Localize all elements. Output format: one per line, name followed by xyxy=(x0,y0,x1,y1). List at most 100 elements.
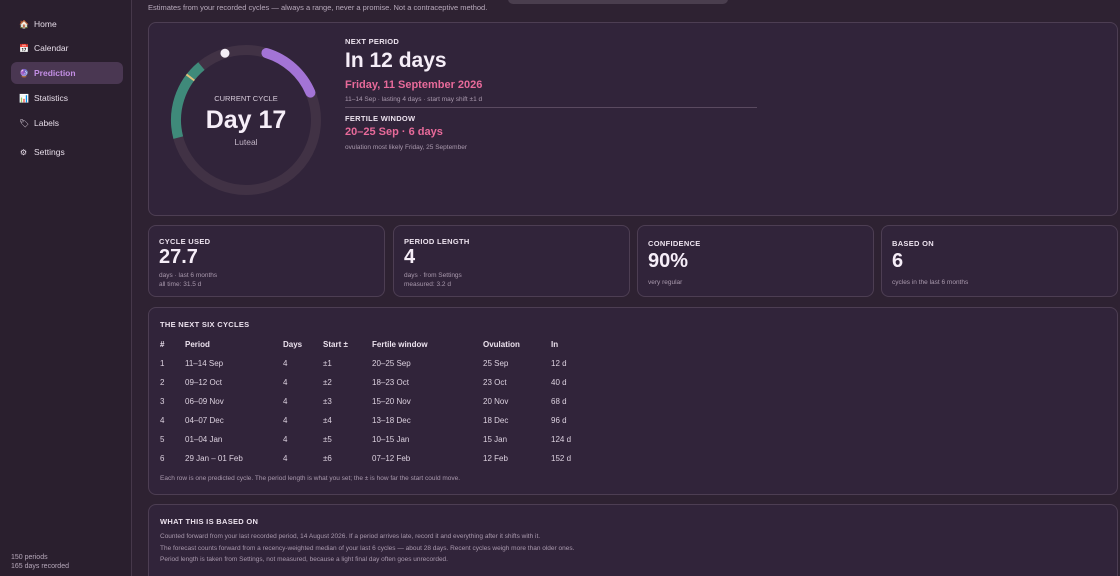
table-cell: 40 d xyxy=(551,378,567,387)
table-cell: ±3 xyxy=(323,397,332,406)
current-cycle-label: CURRENT CYCLE xyxy=(214,93,278,103)
stat-sub: cycles in the last 6 months xyxy=(892,279,969,286)
table-cell: 2 xyxy=(160,378,165,387)
stat-sub: days · from Settings xyxy=(404,272,462,279)
table-cell: 04–07 Dec xyxy=(185,416,224,425)
stat-label: CYCLE USED xyxy=(159,237,211,246)
top-scroll-bar xyxy=(508,0,728,4)
stat-value: 6 xyxy=(892,250,904,272)
sidebar-footer: 150 periods 165 days recorded xyxy=(11,553,69,571)
stat-label: CONFIDENCE xyxy=(648,239,701,248)
table-cell: ±1 xyxy=(323,359,332,368)
sidebar-item-label: Labels xyxy=(34,118,60,128)
table-cell: ±6 xyxy=(323,454,332,463)
table-cell: 96 d xyxy=(551,416,567,425)
table-cell: 01–04 Jan xyxy=(185,435,223,444)
table-cell: 12 Feb xyxy=(483,454,508,463)
column-header: Start ± xyxy=(323,340,348,349)
basis-line: The forecast counts forward from a recen… xyxy=(160,545,575,552)
table-cell: 11–14 Sep xyxy=(185,359,224,368)
table-cell: 07–12 Feb xyxy=(372,454,411,463)
next-period-label: NEXT PERIOD xyxy=(345,37,400,46)
fertile-window-value: 20–25 Sep · 6 days xyxy=(345,126,443,138)
column-header: In xyxy=(551,340,559,349)
stat-sub-2: all time: 31.5 d xyxy=(159,281,202,288)
column-header: Fertile window xyxy=(372,340,428,349)
tag-icon: 🏷 xyxy=(19,118,30,128)
stat-sub-2: measured: 3.2 d xyxy=(404,281,451,288)
table-cell: 152 d xyxy=(551,454,572,463)
table-cell: 20 Nov xyxy=(483,397,509,406)
days-recorded: 165 days recorded xyxy=(11,563,69,570)
next-cycles-table-card: THE NEXT SIX CYCLES # Period Days Start … xyxy=(148,307,1118,495)
cycle-day: Day 17 xyxy=(205,105,287,134)
period-count: 150 periods xyxy=(11,554,48,561)
sidebar-item-prediction[interactable]: 🔮 Prediction xyxy=(11,62,123,84)
stat-label: BASED ON xyxy=(892,239,934,248)
table-cell: ±5 xyxy=(323,435,332,444)
bar-chart-icon: 📊 xyxy=(19,93,29,103)
sidebar-item-calendar[interactable]: 📅 Calendar xyxy=(11,37,123,59)
stat-sub: days · last 6 months xyxy=(159,272,218,279)
table-cell: 68 d xyxy=(551,397,567,406)
sidebar-item-home[interactable]: 🏠 Home xyxy=(11,13,123,35)
table-title: THE NEXT SIX CYCLES xyxy=(160,320,250,329)
table-cell: 13–18 Dec xyxy=(372,416,411,425)
table-cell: 3 xyxy=(160,397,165,406)
table-cell: 18 Dec xyxy=(483,416,509,425)
stat-value: 90% xyxy=(648,250,689,272)
table-cell: 20–25 Sep xyxy=(372,359,411,368)
table-cell: 25 Sep xyxy=(483,359,509,368)
table-cell: ±2 xyxy=(323,378,332,387)
stat-card-period-length: PERIOD LENGTH 4 days · from Settings mea… xyxy=(393,225,630,297)
table-cell: 12 d xyxy=(551,359,567,368)
column-header: # xyxy=(160,340,165,349)
sidebar-item-label: Prediction xyxy=(34,68,76,78)
table-cell: 4 xyxy=(283,416,288,425)
cycle-ring: CURRENT CYCLE Day 17 Luteal xyxy=(167,41,325,199)
table-cell: 5 xyxy=(160,435,165,444)
stat-value: 4 xyxy=(404,246,416,268)
home-icon: 🏠 xyxy=(19,19,29,29)
cycle-phase: Luteal xyxy=(234,136,258,147)
table-cell: 4 xyxy=(283,397,288,406)
ring-center: CURRENT CYCLE Day 17 Luteal xyxy=(167,41,325,199)
sidebar-item-label: Home xyxy=(34,19,57,29)
divider xyxy=(345,107,757,108)
sidebar-item-label: Statistics xyxy=(34,93,69,103)
basis-line: Period length is taken from Settings, no… xyxy=(160,556,448,563)
sidebar-item-labels[interactable]: 🏷 Labels xyxy=(11,112,123,134)
stat-label: PERIOD LENGTH xyxy=(404,237,470,246)
fertile-window-label: FERTILE WINDOW xyxy=(345,114,416,123)
gear-icon: ⚙ xyxy=(19,147,28,157)
stat-value: 27.7 xyxy=(159,246,198,268)
table-cell: 18–23 Oct xyxy=(372,378,409,387)
sidebar-item-statistics[interactable]: 📊 Statistics xyxy=(11,87,123,109)
prediction-hero-card: CURRENT CYCLE Day 17 Luteal NEXT PERIOD … xyxy=(148,22,1118,216)
table-cell: 4 xyxy=(283,454,288,463)
stat-card-confidence: CONFIDENCE 90% very regular xyxy=(637,225,874,297)
stat-card-based-on: BASED ON 6 cycles in the last 6 months xyxy=(881,225,1118,297)
sidebar-item-label: Settings xyxy=(34,147,65,157)
table-cell: 09–12 Oct xyxy=(185,378,222,387)
table-cell: 4 xyxy=(283,435,288,444)
next-period-detail: 11–14 Sep · lasting 4 days · start may s… xyxy=(345,96,483,103)
table-cell: 4 xyxy=(283,359,288,368)
table-cell: 6 xyxy=(160,454,165,463)
table-cell: 124 d xyxy=(551,435,572,444)
column-header: Period xyxy=(185,340,210,349)
calendar-icon: 📅 xyxy=(19,43,29,53)
stat-card-cycle-used: CYCLE USED 27.7 days · last 6 months all… xyxy=(148,225,385,297)
table-cell: 29 Jan – 01 Feb xyxy=(185,454,243,463)
sidebar-item-settings[interactable]: ⚙ Settings xyxy=(11,141,123,163)
table-cell: 4 xyxy=(160,416,165,425)
crystal-ball-icon: 🔮 xyxy=(19,68,29,78)
table-cell: 10–15 Jan xyxy=(372,435,410,444)
basis-line: Counted forward from your last recorded … xyxy=(160,533,541,540)
table-cell: 15–20 Nov xyxy=(372,397,411,406)
basis-card: WHAT THIS IS BASED ON Counted forward fr… xyxy=(148,504,1118,576)
column-header: Days xyxy=(283,340,303,349)
next-period-date: Friday, 11 September 2026 xyxy=(345,79,483,91)
basis-title: WHAT THIS IS BASED ON xyxy=(160,517,259,526)
stat-sub: very regular xyxy=(648,279,683,286)
